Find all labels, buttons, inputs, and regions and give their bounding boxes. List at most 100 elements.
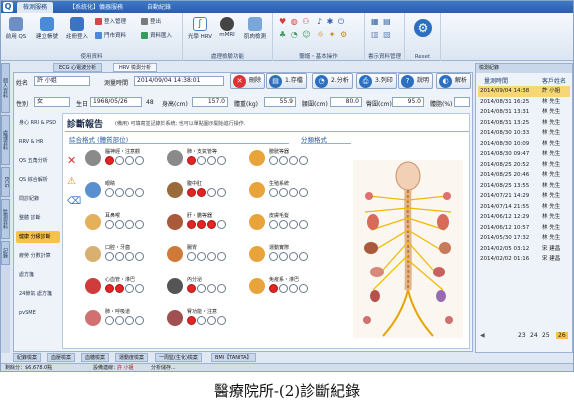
mmri-button[interactable]: mMRI: [215, 17, 239, 38]
create-account-button[interactable]: 建立帳號: [35, 17, 59, 40]
tab-device-service[interactable]: 【系統化】儀器服務: [63, 2, 129, 13]
btab-exercise[interactable]: 運動度檢案: [115, 353, 149, 362]
muscle-check-button[interactable]: 肌肉檢測: [241, 17, 269, 40]
print-button[interactable]: ⎙ 3.列印: [356, 73, 397, 89]
side-menu-item[interactable]: QS 五角分析: [16, 155, 60, 167]
table-row[interactable]: 2014/06/12 10:57 林 先生: [478, 223, 570, 234]
help-button[interactable]: ? 說明: [398, 73, 434, 89]
vtab-personal[interactable]: 個人資料: [1, 63, 10, 113]
page-24[interactable]: 24: [530, 332, 538, 339]
btab-record[interactable]: 紀錄檢案: [13, 353, 42, 362]
organ-item[interactable]: 眼睛: [85, 180, 160, 208]
analyze-button[interactable]: ◔ 2.分析: [312, 73, 353, 89]
qs-button[interactable]: 前用 QS: [5, 17, 27, 40]
data-import-button[interactable]: 資料匯入: [141, 31, 172, 39]
side-menu-item[interactable]: 24節氣 處方箋: [16, 288, 60, 300]
side-menu-item[interactable]: 健康 分級診斷: [16, 231, 60, 243]
btab-bmi[interactable]: BMI【TANITA】: [211, 353, 256, 362]
organ-item[interactable]: 腎功能・注意: [167, 308, 242, 336]
logout-button[interactable]: 登出: [141, 17, 161, 25]
col-name-header[interactable]: 客戶姓名: [542, 76, 566, 85]
delete-button[interactable]: ✕ 刪除: [230, 73, 266, 89]
table-row[interactable]: 2014/08/30 09:47 林 先生: [478, 149, 570, 160]
side-menu-item[interactable]: 整體 診斷: [16, 212, 60, 224]
organ-item[interactable]: 心血管・淋巴: [85, 276, 160, 304]
tab-ecg-analysis[interactable]: ECG 心電波分析: [53, 63, 103, 72]
col-time-header[interactable]: 量測時間: [484, 76, 508, 85]
vtab-monitor[interactable]: 監測資料: [1, 199, 10, 239]
table-row[interactable]: 2014/08/25 20:52 林 先生: [478, 160, 570, 171]
organ-item[interactable]: 生殖系統: [249, 180, 324, 208]
grid-icon[interactable]: ▦ ▤: [371, 17, 392, 26]
side-menu-item[interactable]: 問診紀錄: [16, 193, 60, 205]
vtab-process[interactable]: 處理資料: [1, 115, 10, 165]
table-row[interactable]: 2014/07/14 21:55 林 先生: [478, 202, 570, 213]
side-menu-item[interactable]: RRV & HR: [16, 136, 60, 148]
organ-item[interactable]: 耳鼻喉: [85, 212, 160, 240]
organ-item[interactable]: 肝・膽等器: [167, 212, 242, 240]
tab-check-service[interactable]: 檢測服務: [17, 2, 54, 13]
store-data-button[interactable]: 門市資料: [95, 31, 126, 39]
waist-field[interactable]: 80.0: [330, 97, 362, 107]
prev-page-icon[interactable]: ◀: [480, 332, 485, 339]
tab-auto-record[interactable]: 自動紀錄: [141, 2, 177, 13]
tab-hrv-analysis[interactable]: HRV 檢測分析: [113, 63, 157, 72]
optical-hrv-button[interactable]: ʃ 光學 HRV: [187, 17, 213, 40]
organ-item[interactable]: 內分泌: [167, 276, 242, 304]
vtab-record[interactable]: 記錄: [1, 241, 10, 265]
btab-blood-pressure[interactable]: 血壓檢案: [47, 353, 76, 362]
organ-item[interactable]: 腹中肛: [167, 180, 242, 208]
organ-item[interactable]: 免疫系・淋巴: [249, 276, 324, 304]
side-menu-item[interactable]: 身心 RRI & PSD: [16, 117, 60, 129]
table-row[interactable]: 2014/08/31 16:25 林 先生: [478, 97, 570, 108]
table-row[interactable]: 2014/08/30 10:33 林 先生: [478, 128, 570, 139]
organ-item[interactable]: 肺・呼吸道: [85, 308, 160, 336]
heart-icon[interactable]: ♥ ◍ ⚇: [279, 17, 310, 26]
measure-time-field[interactable]: 2014/09/04 14:38:01: [134, 76, 224, 86]
organ-item[interactable]: 腦神經・注意觀: [85, 148, 160, 176]
hip-field[interactable]: 95.0: [392, 97, 424, 107]
organ-item[interactable]: 口腔・牙齒: [85, 244, 160, 272]
music-icon[interactable]: ♪ ✱ ⏻: [317, 17, 345, 27]
reset-button[interactable]: ⚙: [411, 19, 435, 38]
weight-field[interactable]: 55.9: [264, 97, 296, 107]
btab-blood-sugar[interactable]: 血糖檢案: [81, 353, 110, 362]
table-row[interactable]: 2014/08/25 13:55 林 先生: [478, 181, 570, 192]
table-row[interactable]: 2014/02/02 01:16 宋 建昌: [478, 254, 570, 265]
birth-field[interactable]: 1968/05/26: [90, 97, 142, 107]
explain-button[interactable]: ◐ 解析: [436, 73, 472, 89]
organ-item[interactable]: 運動實際: [249, 244, 324, 272]
name-field[interactable]: 許 小姐: [34, 76, 90, 86]
login-manage-button[interactable]: 登入管理: [95, 17, 126, 25]
organ-item[interactable]: 皮膚毛髮: [249, 212, 324, 240]
btab-biochem[interactable]: 一周監(生化)檢案: [155, 353, 202, 362]
tool-icon[interactable]: ⌫: [67, 196, 81, 207]
page-26[interactable]: 26: [556, 332, 568, 339]
table-row[interactable]: 2014/09/04 14:38 許 小姐: [478, 86, 570, 97]
vtab-ecg[interactable]: ECG: [1, 167, 10, 197]
side-menu-item[interactable]: pvSME: [16, 307, 60, 319]
table-row[interactable]: 2014/08/30 10:09 林 先生: [478, 139, 570, 150]
lungs-icon[interactable]: ♣ ◔ ☺: [279, 30, 312, 39]
side-menu-item[interactable]: 處方箋: [16, 269, 60, 281]
fat-field[interactable]: [454, 97, 470, 107]
side-menu-item[interactable]: 疲勞 分數計算: [16, 250, 60, 262]
table-row[interactable]: 2014/05/30 17:32 林 先生: [478, 233, 570, 244]
bluetooth-icon[interactable]: ☼ ✦ ⚙: [317, 30, 348, 39]
page-23[interactable]: 23: [518, 332, 526, 339]
organ-item[interactable]: 腸胃: [167, 244, 242, 272]
table-row[interactable]: 2014/08/31 13:31 林 先生: [478, 107, 570, 118]
height-field[interactable]: 157.0: [192, 97, 228, 107]
gender-select[interactable]: 女: [34, 97, 70, 107]
table-row[interactable]: 2014/07/21 14:29 林 先生: [478, 191, 570, 202]
table-row[interactable]: 2014/06/12 12:29 林 先生: [478, 212, 570, 223]
register-login-button[interactable]: 註冊登入: [65, 17, 89, 40]
side-menu-item[interactable]: QS 綜合解析: [16, 174, 60, 186]
table-row[interactable]: 2014/08/25 20:46 林 先生: [478, 170, 570, 181]
save-button[interactable]: ▤ 1.存檔: [266, 73, 307, 89]
list-icon[interactable]: ▥ ▧: [371, 30, 392, 39]
close-icon[interactable]: ✕: [67, 154, 76, 167]
warning-icon[interactable]: ⚠: [67, 176, 76, 187]
organ-item[interactable]: 肺・支氣管等: [167, 148, 242, 176]
table-row[interactable]: 2014/08/31 13:25 林 先生: [478, 118, 570, 129]
